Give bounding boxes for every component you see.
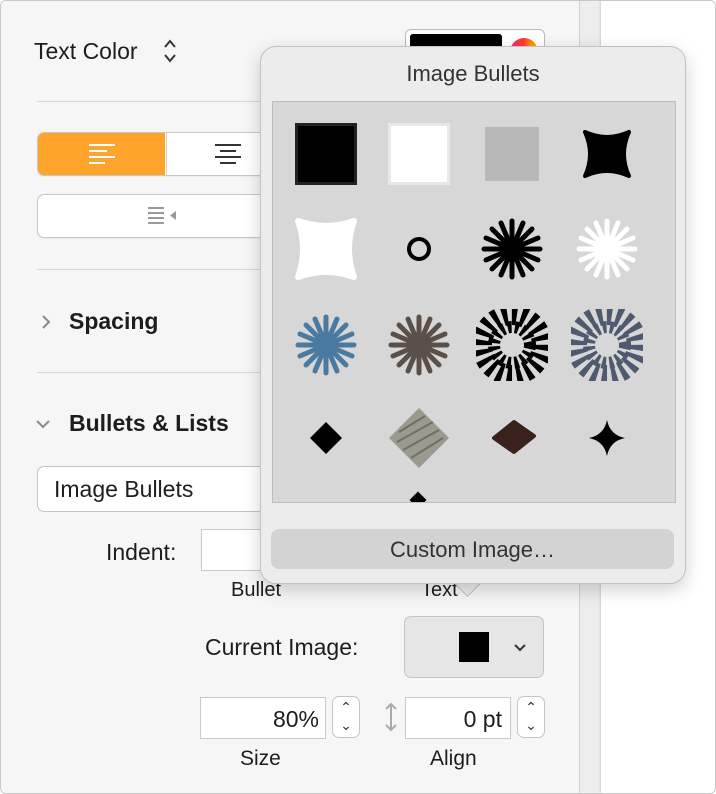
slate-sunburst-bullet[interactable]: [567, 305, 647, 385]
white-starburst-bullet[interactable]: [567, 209, 647, 289]
four-point-star-icon: [589, 420, 625, 456]
bullets-lists-section-label[interactable]: Bullets & Lists: [69, 410, 229, 437]
align-field[interactable]: 0 pt: [405, 697, 511, 739]
black-square-bullet[interactable]: [286, 114, 366, 194]
indent-label: Indent:: [106, 539, 177, 565]
stepper-up-icon[interactable]: ⌃: [333, 699, 359, 716]
decrease-indent-icon: [148, 207, 176, 224]
decrease-indent-button[interactable]: [38, 195, 278, 237]
pencil-diamond-bullet[interactable]: [379, 398, 459, 478]
black-diamond-icon: [310, 422, 342, 454]
blue-starburst-bullet[interactable]: [286, 305, 366, 385]
stepper-up-icon[interactable]: ⌃: [518, 699, 544, 716]
slate-sunburst-icon: [571, 309, 643, 381]
black-diamond-bullet[interactable]: [286, 398, 366, 478]
chevron-down-icon[interactable]: [34, 417, 52, 431]
chevron-down-icon: [513, 641, 527, 653]
align-value: 0 pt: [463, 706, 502, 732]
white-square-bullet[interactable]: [379, 114, 459, 194]
hollow-circle-icon: [407, 237, 431, 261]
blue-starburst-icon: [295, 314, 357, 376]
text-color-label: Text Color: [34, 38, 138, 64]
custom-image-button[interactable]: Custom Image…: [271, 529, 674, 569]
align-left-icon: [89, 144, 115, 164]
white-starburst-icon: [576, 218, 638, 280]
white-rounded-star-bullet[interactable]: [286, 209, 366, 289]
size-value: 80%: [272, 706, 319, 732]
gray-square-bullet[interactable]: [472, 114, 552, 194]
hollow-circle-bullet[interactable]: [379, 209, 459, 289]
current-image-button[interactable]: [404, 616, 544, 678]
four-point-star-bullet[interactable]: [567, 398, 647, 478]
stepper-down-icon[interactable]: ⌄: [518, 717, 544, 734]
black-sunburst-bullet[interactable]: [472, 305, 552, 385]
size-stepper[interactable]: ⌃ ⌄: [332, 696, 360, 738]
brown-starburst-icon: [388, 314, 450, 376]
align-left-button[interactable]: [38, 133, 165, 175]
size-field[interactable]: 80%: [200, 697, 326, 739]
pencil-diamond-icon: [389, 408, 449, 468]
image-bullets-popover: Image Bullets Custom Image…: [260, 46, 686, 584]
current-image-label: Current Image:: [205, 634, 359, 660]
current-image-thumbnail: [459, 632, 489, 662]
black-starburst-icon: [481, 218, 543, 280]
align-label: Align: [430, 747, 477, 770]
white-square-icon: [388, 123, 450, 185]
gray-square-icon: [485, 127, 539, 181]
popover-title: Image Bullets: [406, 61, 540, 86]
align-stepper[interactable]: ⌃ ⌄: [517, 696, 545, 738]
spacing-section-label[interactable]: Spacing: [69, 308, 158, 335]
align-center-icon: [215, 144, 241, 164]
stepper-down-icon[interactable]: ⌄: [333, 717, 359, 734]
black-sunburst-icon: [476, 309, 548, 381]
black-starburst-bullet[interactable]: [472, 209, 552, 289]
brown-diamond-icon: [492, 420, 536, 454]
bullet-image-grid: [272, 101, 676, 503]
partial-diamond-bullet[interactable]: [409, 491, 427, 502]
vertical-resize-icon: [383, 701, 399, 733]
bullet-style-value: Image Bullets: [54, 476, 194, 502]
chevron-right-icon[interactable]: [39, 313, 53, 331]
black-rounded-star-bullet[interactable]: [567, 114, 647, 194]
brown-starburst-bullet[interactable]: [379, 305, 459, 385]
brown-diamond-bullet[interactable]: [472, 398, 552, 478]
black-rounded-star-icon: [583, 130, 631, 178]
text-color-stepper-icon[interactable]: [161, 37, 179, 65]
custom-image-label: Custom Image…: [389, 537, 556, 562]
white-rounded-star-icon: [295, 218, 357, 280]
size-label: Size: [240, 747, 281, 770]
black-square-icon: [295, 123, 357, 185]
